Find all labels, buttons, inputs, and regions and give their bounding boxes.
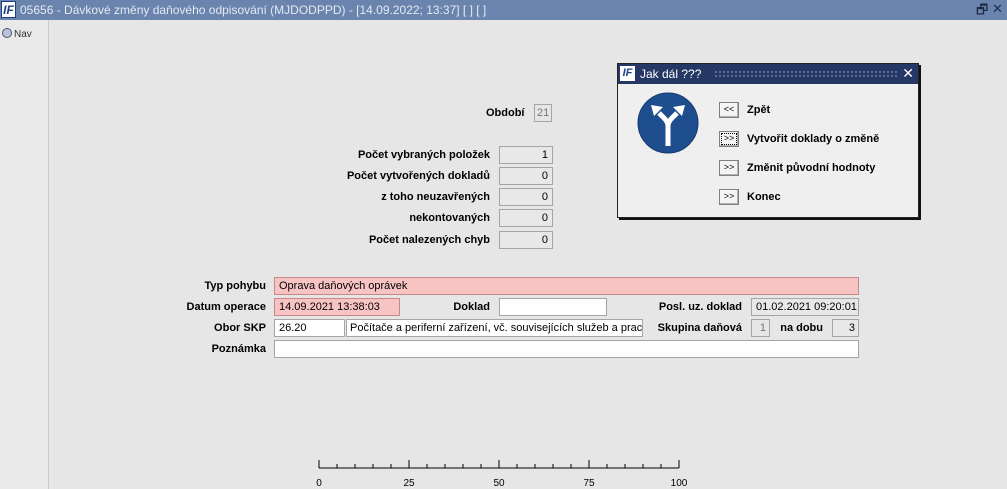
- ruler-tick-label: 25: [403, 478, 415, 489]
- nav-panel: Nav: [0, 20, 49, 489]
- nav-icon: [2, 28, 12, 38]
- tax-group-field: 1: [751, 319, 770, 337]
- unposted-field: 0: [499, 209, 553, 227]
- fork-arrow-icon: [637, 92, 699, 154]
- period-for-field: 3: [832, 319, 859, 337]
- errors-label: Počet nalezených chyb: [368, 234, 490, 246]
- ruler-tick-labels: 0 25 50 75 100: [316, 478, 688, 489]
- ruler-tick-label: 50: [493, 478, 505, 489]
- operation-date-field[interactable]: 14.09.2021 13:38:03: [274, 298, 400, 316]
- nav-button[interactable]: Nav: [2, 28, 32, 40]
- restore-icon[interactable]: 🗗: [976, 1, 988, 23]
- operation-date-label: Datum operace: [186, 301, 266, 313]
- ruler-tick-label: 75: [583, 478, 595, 489]
- tax-group-label: Skupina daňová: [657, 322, 742, 334]
- errors-field: 0: [499, 231, 553, 249]
- ruler-tick-label: 0: [316, 478, 322, 489]
- dialog-title: Jak dál ???: [640, 67, 702, 81]
- ruler-ticks: [318, 460, 680, 468]
- note-field[interactable]: [274, 340, 859, 358]
- dialog-logo-icon: IF: [620, 66, 635, 81]
- create-docs-button[interactable]: >>: [719, 131, 739, 147]
- dialog-drag-handle[interactable]: [714, 70, 898, 78]
- title-bar: IF 05656 - Dávkové změny daňového odpiso…: [0, 0, 1007, 20]
- period-for-label: na dobu: [780, 322, 823, 334]
- created-docs-label: Počet vytvořených dokladů: [346, 170, 490, 182]
- app-logo-icon: IF: [1, 1, 16, 18]
- back-button[interactable]: <<: [719, 102, 739, 118]
- period-field: 21: [534, 104, 552, 122]
- change-values-button[interactable]: >>: [719, 160, 739, 176]
- window-title: 05656 - Dávkové změny daňového odpisován…: [20, 3, 487, 17]
- end-label: Konec: [747, 191, 781, 203]
- next-step-dialog: IF Jak dál ??? ✕ << Zpět >> Vytvořit dok…: [617, 63, 919, 218]
- document-label: Doklad: [453, 301, 490, 313]
- progress-ruler: 0 25 50 75 100: [316, 460, 688, 489]
- last-doc-label: Posl. uz. doklad: [658, 301, 742, 313]
- unposted-label: nekontovaných: [409, 212, 490, 224]
- close-icon[interactable]: ✕: [992, 1, 1003, 17]
- skp-label: Obor SKP: [214, 322, 266, 334]
- note-label: Poznámka: [211, 343, 266, 355]
- unclosed-field: 0: [499, 188, 553, 206]
- selected-items-label: Počet vybraných položek: [357, 149, 490, 161]
- end-button[interactable]: >>: [719, 189, 739, 205]
- back-label: Zpět: [747, 104, 771, 116]
- skp-name-field[interactable]: Počítače a periferní zařízení, vč. souvi…: [346, 319, 643, 337]
- skp-code-field[interactable]: 26.20: [274, 319, 345, 337]
- selected-items-field: 1: [499, 146, 553, 164]
- ruler-tick-label: 100: [671, 478, 688, 489]
- movement-type-field[interactable]: Oprava daňových oprávek: [274, 277, 859, 295]
- dialog-close-icon[interactable]: ✕: [902, 65, 914, 82]
- change-values-label: Změnit původní hodnoty: [747, 162, 876, 174]
- period-label: Období: [486, 107, 525, 119]
- last-doc-field: 01.02.2021 09:20:01: [751, 298, 859, 316]
- created-docs-field: 0: [499, 167, 553, 185]
- dialog-title-bar: IF Jak dál ??? ✕: [618, 64, 918, 84]
- create-docs-label: Vytvořit doklady o změně: [747, 133, 880, 145]
- movement-type-label: Typ pohybu: [204, 280, 266, 292]
- unclosed-label: z toho neuzavřených: [381, 191, 490, 203]
- document-field[interactable]: [499, 298, 607, 316]
- nav-label: Nav: [14, 29, 32, 40]
